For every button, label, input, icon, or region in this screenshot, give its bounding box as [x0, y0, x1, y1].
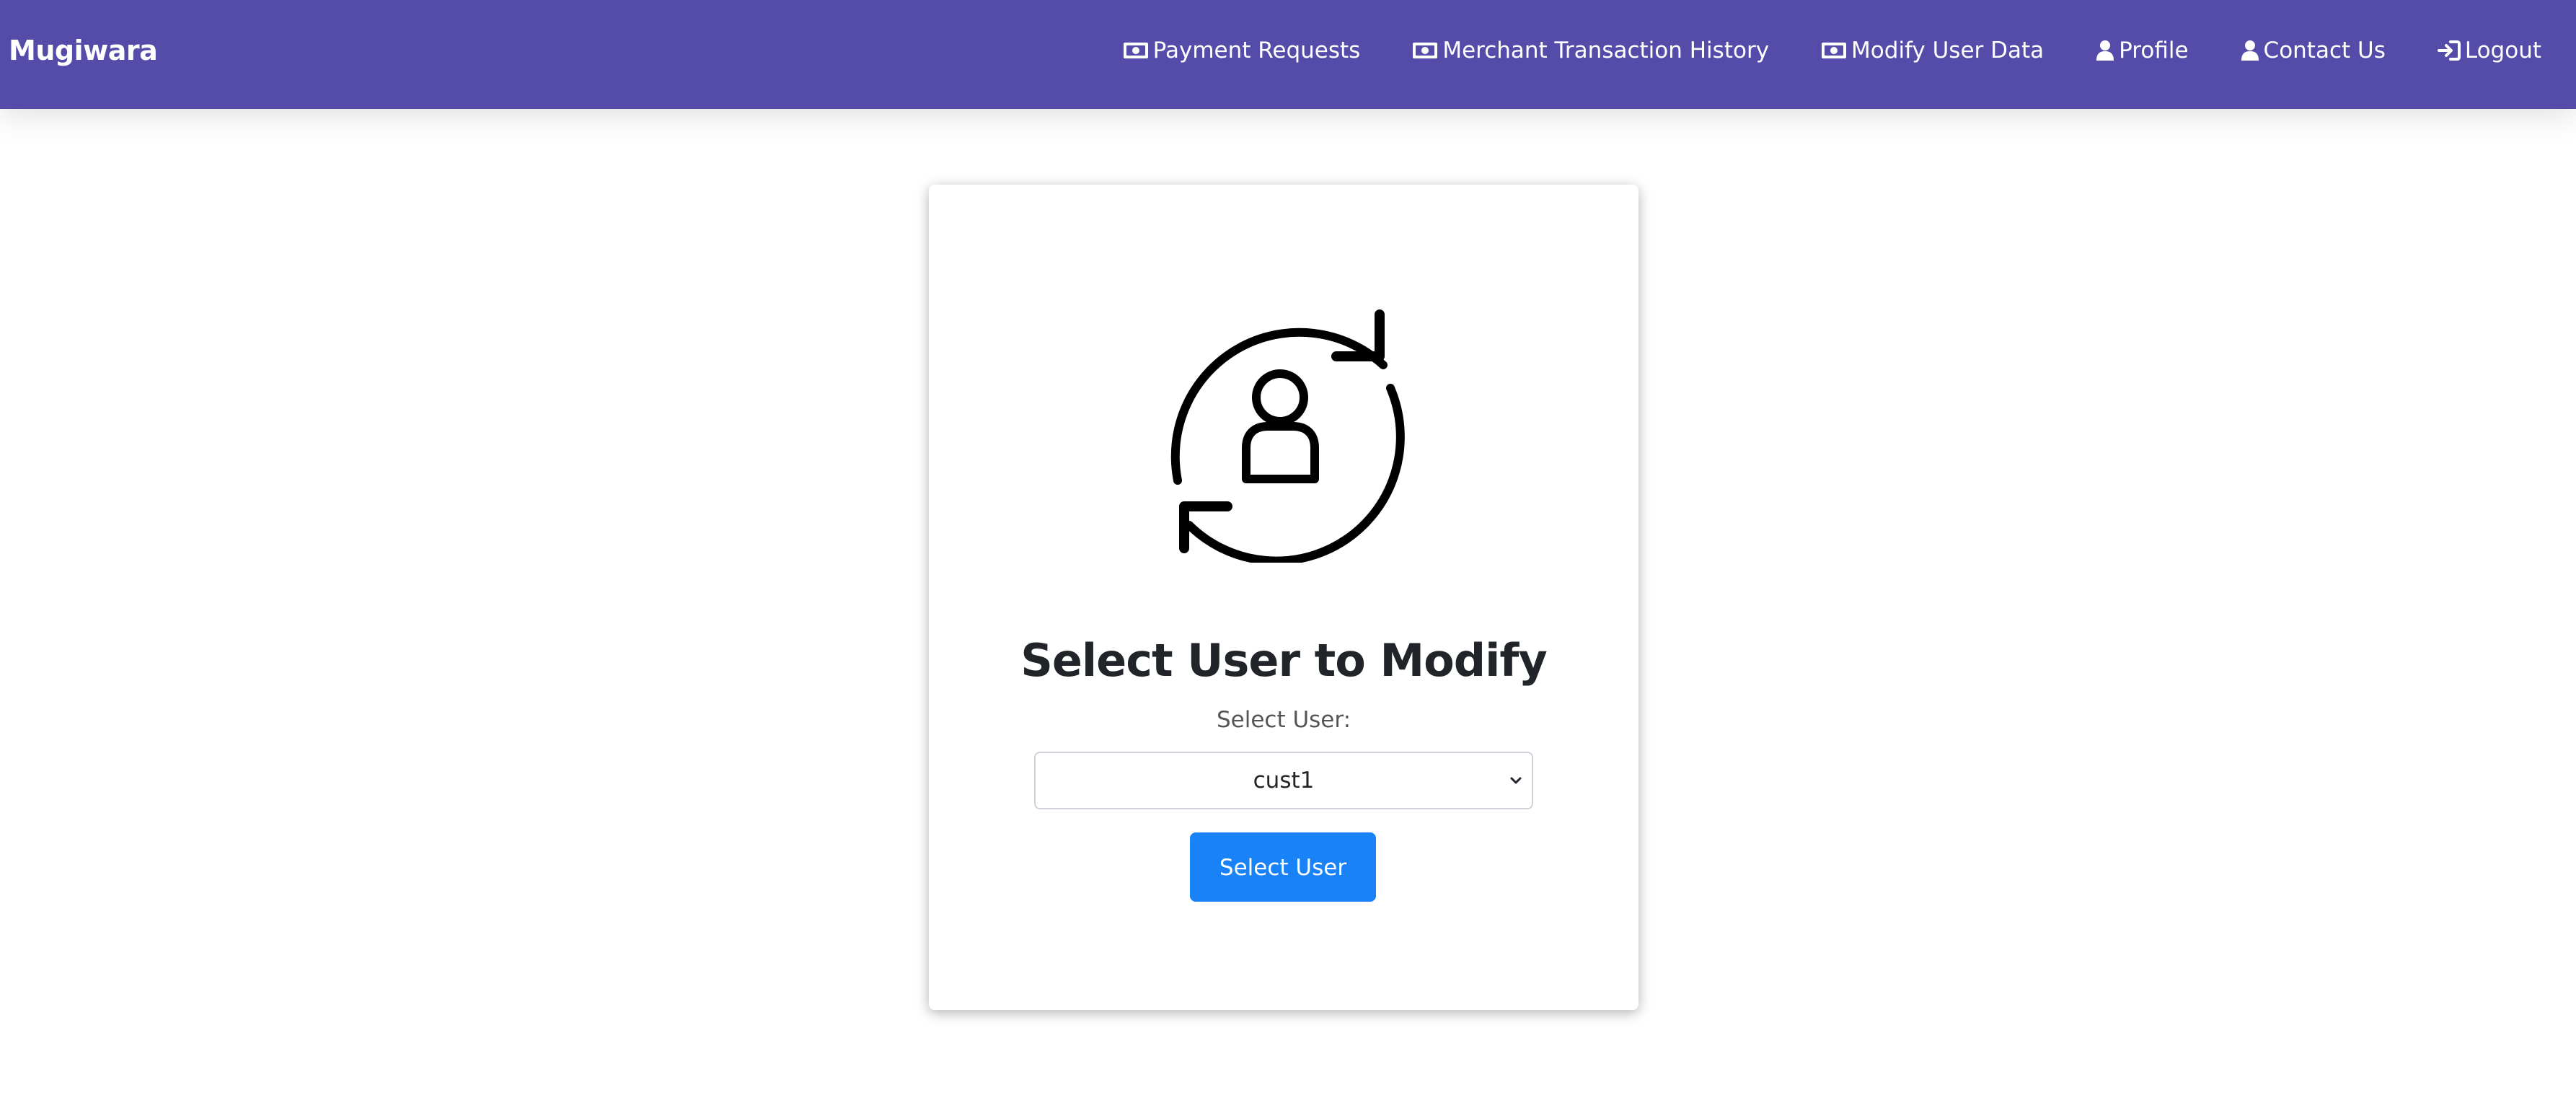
nav-payment-requests[interactable]: Payment Requests: [1123, 38, 1361, 63]
nav-logout-label: Logout: [2464, 38, 2541, 63]
nav-payment-requests-label: Payment Requests: [1152, 38, 1361, 63]
select-user-label: Select User:: [1216, 707, 1351, 733]
user-select-value: cust1: [1253, 768, 1315, 793]
page-title: Select User to Modify: [1020, 634, 1548, 687]
money-bill-icon: [1412, 41, 1438, 60]
select-user-button[interactable]: Select User: [1190, 832, 1376, 902]
nav-contact-us-label: Contact Us: [2263, 38, 2386, 63]
nav-links: Payment Requests Merchant Transaction Hi…: [1123, 32, 2541, 69]
nav-logout[interactable]: Logout: [2437, 38, 2541, 63]
money-bill-icon: [1821, 41, 1847, 60]
money-bill-icon: [1123, 41, 1149, 60]
nav-merchant-transaction-history-label: Merchant Transaction History: [1442, 38, 1770, 63]
nav-modify-user-data[interactable]: Modify User Data: [1821, 38, 2044, 63]
brand-logo[interactable]: Mugiwara: [9, 32, 158, 69]
nav-contact-us[interactable]: Contact Us: [2241, 38, 2386, 63]
chevron-down-icon: [1510, 777, 1522, 784]
navbar: Mugiwara Payment Requests Merchant Trans…: [0, 0, 2576, 109]
nav-profile-label: Profile: [2119, 38, 2189, 63]
nav-merchant-transaction-history[interactable]: Merchant Transaction History: [1412, 38, 1769, 63]
user-icon: [2096, 40, 2114, 61]
user-sync-icon: [1170, 309, 1405, 563]
user-icon: [2241, 40, 2259, 61]
sign-in-icon: [2437, 40, 2461, 61]
select-user-card: Select User to Modify Select User: cust1…: [929, 185, 1638, 1010]
user-select[interactable]: cust1: [1034, 752, 1533, 809]
nav-modify-user-data-label: Modify User Data: [1851, 38, 2045, 63]
nav-profile[interactable]: Profile: [2096, 38, 2189, 63]
